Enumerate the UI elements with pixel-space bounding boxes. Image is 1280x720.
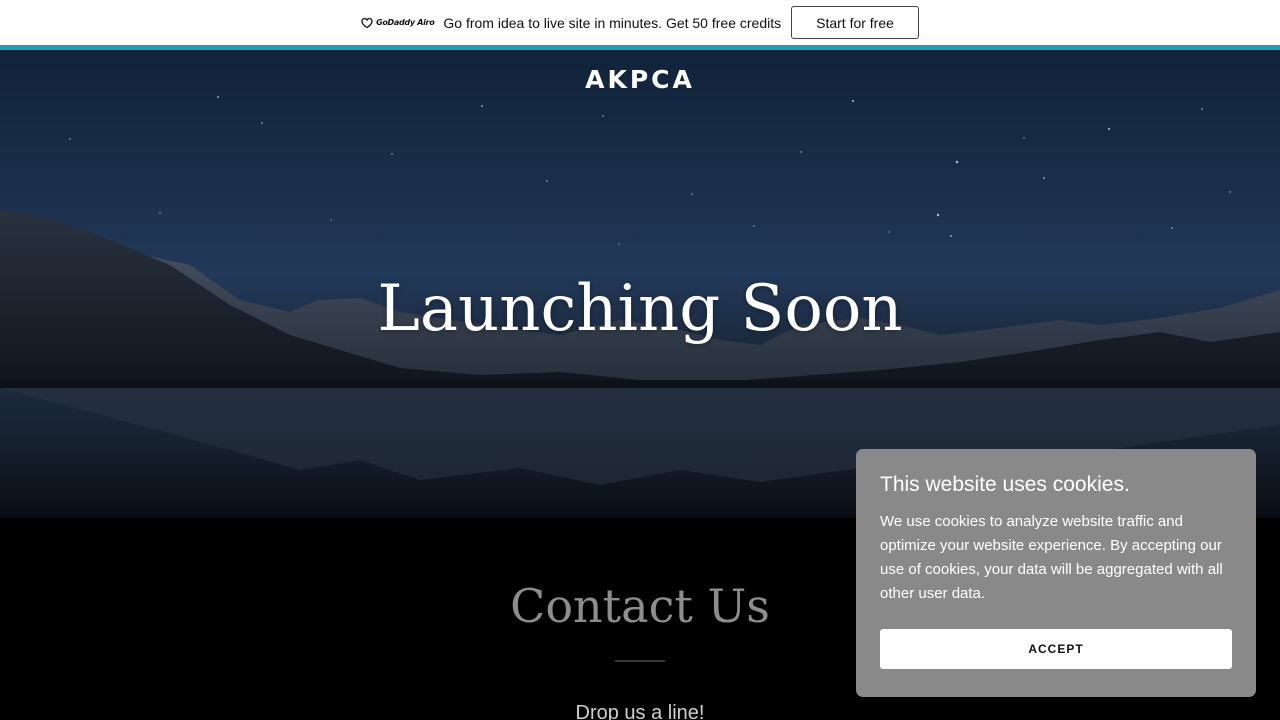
cookie-banner: This website uses cookies. We use cookie… (856, 449, 1256, 697)
godaddy-heart-icon (361, 17, 373, 28)
section-divider (615, 660, 665, 662)
promo-brand-text: GoDaddy Airo (376, 18, 435, 27)
hero-section: AKPCA Launching Soon (0, 50, 1280, 518)
godaddy-airo-logo: GoDaddy Airo (361, 17, 435, 29)
hero-heading: Launching Soon (377, 272, 903, 346)
accept-cookies-button[interactable]: ACCEPT (880, 629, 1232, 669)
promo-banner: GoDaddy Airo Go from idea to live site i… (0, 0, 1280, 45)
stars (69, 96, 1231, 245)
start-for-free-button[interactable]: Start for free (791, 6, 919, 39)
cookie-title: This website uses cookies. (880, 473, 1130, 496)
promo-text: Go from idea to live site in minutes. Ge… (443, 14, 782, 31)
cookie-body: We use cookies to analyze website traffi… (880, 513, 1223, 602)
contact-subheading: Drop us a line! (575, 702, 705, 720)
site-title[interactable]: AKPCA (0, 65, 1280, 94)
